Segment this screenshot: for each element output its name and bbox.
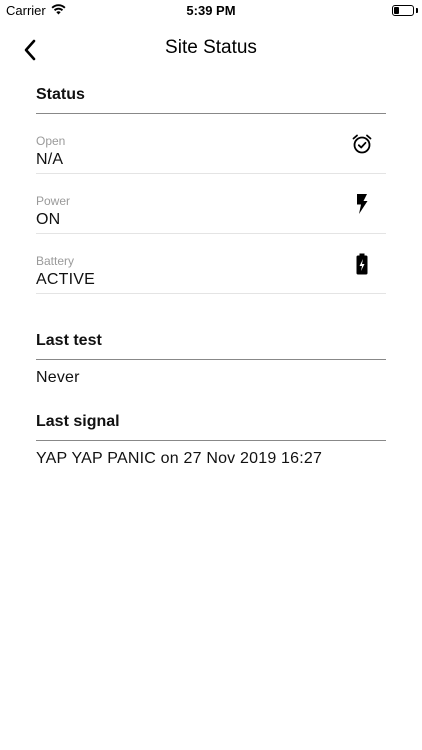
status-row-open: Open N/A	[36, 114, 386, 174]
site-status-content: Status Open N/A Power ON Battery ACTIVE	[36, 86, 386, 468]
alarm-clock-check-icon	[350, 132, 374, 156]
power-value: ON	[36, 211, 61, 228]
battery-charging-icon	[350, 252, 374, 276]
status-time: 5:39 PM	[186, 3, 236, 18]
open-label: Open	[36, 134, 66, 148]
last-test-value: Never	[36, 369, 80, 386]
status-section-header: Status	[36, 86, 386, 114]
last-signal-header: Last signal	[36, 413, 386, 441]
status-bar: Carrier 5:39 PM	[0, 0, 422, 22]
navigation-bar: Site Status	[0, 22, 422, 78]
page-title: Site Status	[165, 37, 257, 58]
last-signal-value: YAP YAP PANIC on 27 Nov 2019 16:27	[36, 450, 323, 467]
battery-label: Battery	[36, 254, 75, 268]
open-value: N/A	[36, 151, 64, 168]
status-row-battery: Battery ACTIVE	[36, 234, 386, 294]
status-row-power: Power ON	[36, 174, 386, 234]
lightning-bolt-icon	[350, 192, 374, 216]
battery-value: ACTIVE	[36, 271, 95, 288]
battery-tip	[416, 8, 418, 13]
last-test-header: Last test	[36, 332, 386, 360]
power-label: Power	[36, 194, 71, 208]
battery-fill	[394, 7, 400, 14]
battery-icon	[392, 5, 414, 16]
